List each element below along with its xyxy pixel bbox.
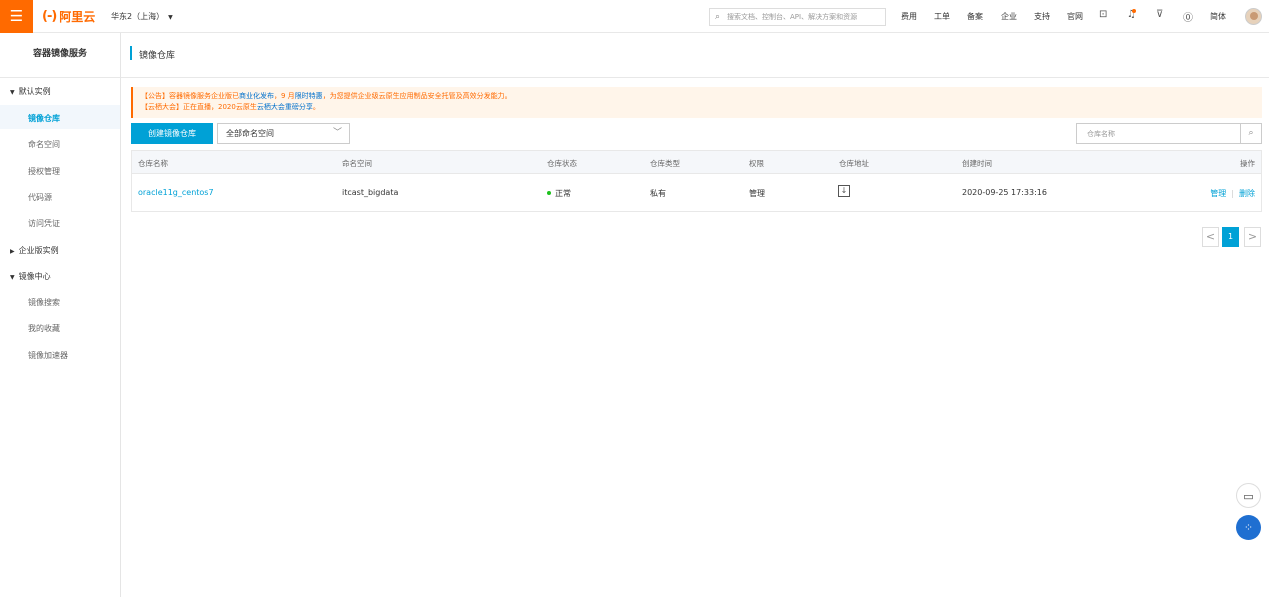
repo-created-time: 2020-09-25 17:33:16 <box>962 188 1047 197</box>
download-icon[interactable]: ↓ <box>838 185 850 197</box>
sidebar-item-image-search[interactable]: 镜像搜索 <box>28 297 60 308</box>
pagination-next-button[interactable]: > <box>1244 227 1261 247</box>
notice-text: ，9 月 <box>274 92 295 100</box>
sidebar-group-enterprise-instance[interactable]: ▶ 企业版实例 <box>10 245 59 256</box>
group-label: 企业版实例 <box>18 246 59 255</box>
group-label: 默认实例 <box>18 87 51 96</box>
namespace-select-value: 全部命名空间 <box>226 129 274 138</box>
notice-line-1: 【公告】容器镜像服务企业版已商业化发布，9 月限时特惠，为您提供企业级云原生应用… <box>141 91 1254 102</box>
top-navbar: ☰ (-) 阿里云 华东2（上海） ▼ ⌕ 搜索文档、控制台、API、解决方案和资… <box>0 0 1269 33</box>
sidebar-group-default-instance[interactable]: ▼ 默认实例 <box>10 86 51 97</box>
page-title: 镜像仓库 <box>139 51 176 61</box>
help-icon[interactable]: ⓪ <box>1183 9 1193 24</box>
nav-icp[interactable]: 备案 <box>967 11 983 22</box>
manage-link[interactable]: 管理 <box>1210 189 1226 198</box>
col-actions: 操作 <box>1240 159 1255 168</box>
chevron-down-icon: ﹀ <box>332 128 342 138</box>
sidebar-active-highlight <box>0 105 120 129</box>
repo-type: 私有 <box>650 189 666 198</box>
search-icon: ⌕ <box>715 12 721 22</box>
caret-down-icon: ▼ <box>168 14 173 21</box>
nav-enterprise[interactable]: 企业 <box>1001 11 1017 22</box>
notice-text: 【公告】容器镜像服务企业版已 <box>141 92 239 100</box>
notice-link-discount[interactable]: 限时特惠 <box>295 92 323 100</box>
repo-search-box: ⌕ <box>1076 123 1262 144</box>
repo-namespace: itcast_bigdata <box>342 188 399 197</box>
caret-right-icon: ▶ <box>10 248 15 255</box>
sidebar-item-namespaces[interactable]: 命名空间 <box>28 139 60 150</box>
repo-name-link[interactable]: oracle11g_centos7 <box>138 188 214 197</box>
announcement-banner: 【公告】容器镜像服务企业版已商业化发布，9 月限时特惠，为您提供企业级云原生应用… <box>131 87 1262 118</box>
apps-grid-icon[interactable]: ⁘ <box>1236 515 1261 540</box>
col-repo-name: 仓库名称 <box>138 159 168 168</box>
sidebar-item-image-accelerator[interactable]: 镜像加速器 <box>28 350 68 361</box>
page-header: 镜像仓库 <box>121 33 1269 78</box>
repo-status-text: 正常 <box>555 189 571 198</box>
create-repo-button[interactable]: 创建镜像仓库 <box>131 123 213 144</box>
notice-text: ，为您提供企业级云原生应用制品安全托管及高效分发能力。 <box>322 92 512 100</box>
col-namespace: 命名空间 <box>342 159 372 168</box>
chat-icon[interactable]: ▭ <box>1236 483 1261 508</box>
language-switch[interactable]: 简体 <box>1210 11 1226 22</box>
col-type: 仓库类型 <box>650 159 680 168</box>
region-label: 华东2（上海） <box>111 12 165 21</box>
cart-icon[interactable]: ⊽ <box>1156 9 1163 20</box>
col-permission: 权限 <box>749 159 764 168</box>
logo-text: 阿里云 <box>59 10 96 24</box>
group-label: 镜像中心 <box>18 272 51 281</box>
nav-official-site[interactable]: 官网 <box>1067 11 1083 22</box>
global-search-input[interactable]: ⌕ 搜索文档、控制台、API、解决方案和资源 <box>709 8 886 26</box>
caret-down-icon: ▼ <box>10 89 15 96</box>
sidebar: 容器镜像服务 ▼ 默认实例 镜像仓库 命名空间 授权管理 代码源 访问凭证 ▶ 企业… <box>0 33 121 597</box>
terminal-icon[interactable]: ⊡ <box>1099 9 1107 20</box>
sidebar-item-access-credentials[interactable]: 访问凭证 <box>28 218 60 229</box>
col-created: 创建时间 <box>962 159 992 168</box>
repo-permission: 管理 <box>749 189 765 198</box>
aliyun-logo[interactable]: (-) 阿里云 <box>42 8 95 25</box>
region-selector[interactable]: 华东2（上海） ▼ <box>111 11 173 22</box>
search-icon[interactable]: ⌕ <box>1240 124 1261 143</box>
notice-text: 【云栖大会】正在直播，2020云原生 <box>141 103 257 111</box>
row-actions: 管理 | 删除 <box>1210 188 1255 199</box>
sidebar-item-authorization[interactable]: 授权管理 <box>28 166 60 177</box>
notice-link-commercial[interactable]: 商业化发布 <box>239 92 274 100</box>
hamburger-menu-icon[interactable]: ☰ <box>0 0 33 33</box>
table-row: oracle11g_centos7 itcast_bigdata 正常 私有 管… <box>131 174 1262 212</box>
table-header: 仓库名称 命名空间 仓库状态 仓库类型 权限 仓库地址 创建时间 操作 <box>131 150 1262 174</box>
nav-ticket[interactable]: 工单 <box>934 11 950 22</box>
nav-billing[interactable]: 费用 <box>901 11 917 22</box>
sidebar-item-code-source[interactable]: 代码源 <box>28 192 52 203</box>
nav-support[interactable]: 支持 <box>1034 11 1050 22</box>
notice-line-2: 【云栖大会】正在直播，2020云原生云栖大会重磅分享。 <box>141 102 1254 113</box>
namespace-select[interactable]: 全部命名空间 ﹀ <box>217 123 350 144</box>
status-dot-icon <box>547 191 551 195</box>
delete-link[interactable]: 删除 <box>1239 189 1255 198</box>
pagination-prev-button[interactable]: < <box>1202 227 1219 247</box>
search-placeholder: 搜索文档、控制台、API、解决方案和资源 <box>727 13 858 21</box>
title-accent-bar <box>130 46 132 60</box>
sidebar-title: 容器镜像服务 <box>0 33 120 78</box>
notification-dot <box>1132 9 1136 13</box>
notice-link-summit[interactable]: 云栖大会重磅分享 <box>257 103 313 111</box>
user-avatar[interactable] <box>1245 8 1262 25</box>
caret-down-icon: ▼ <box>10 274 15 281</box>
col-status: 仓库状态 <box>547 159 577 168</box>
logo-mark: (-) <box>42 9 57 24</box>
sidebar-item-image-repos[interactable]: 镜像仓库 <box>28 113 60 124</box>
repo-status: 正常 <box>547 188 571 199</box>
sidebar-group-image-center[interactable]: ▼ 镜像中心 <box>10 271 51 282</box>
action-separator: | <box>1231 189 1234 198</box>
notice-text: 。 <box>312 103 320 111</box>
sidebar-item-favorites[interactable]: 我的收藏 <box>28 323 60 334</box>
col-address: 仓库地址 <box>839 159 869 168</box>
repo-search-input[interactable] <box>1077 124 1242 143</box>
pagination-current-page[interactable]: 1 <box>1222 227 1239 247</box>
